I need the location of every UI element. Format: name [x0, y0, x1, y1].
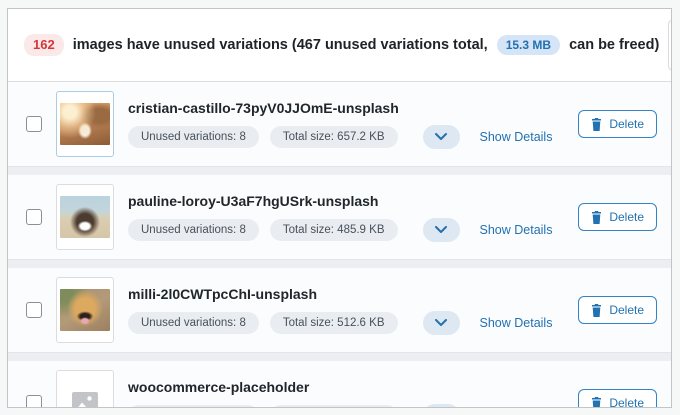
summary-text-before: images have unused variations (467 unuse…: [73, 37, 488, 53]
delete-label: Delete: [609, 117, 644, 131]
thumbnail: [56, 184, 114, 250]
delete-button[interactable]: Delete: [578, 389, 657, 408]
image-list: cristian-castillo-73pyV0JJOmE-unsplash U…: [8, 81, 671, 408]
show-details-link[interactable]: Show Details: [480, 223, 553, 237]
row-content: woocommerce-placeholder Unused variation…: [128, 379, 552, 409]
chevron-down-icon: [435, 133, 447, 140]
chevron-down-icon: [435, 319, 447, 326]
row-checkbox[interactable]: [26, 302, 42, 318]
delete-button[interactable]: Delete: [578, 296, 657, 324]
expand-details-button[interactable]: [423, 311, 460, 335]
row-meta: Unused variations: 8 Total size: 512.6 K…: [128, 311, 552, 335]
list-item: woocommerce-placeholder Unused variation…: [8, 361, 671, 408]
smiling-dog-image: [60, 289, 110, 331]
delete-label: Delete: [609, 210, 644, 224]
unused-variations-panel: 162 images have unused variations (467 u…: [7, 8, 672, 408]
thumbnail: [56, 277, 114, 343]
select-all-button[interactable]: Select All: [668, 20, 672, 70]
chevron-down-icon: [435, 226, 447, 233]
total-size-pill: Total size: 512.6 KB: [270, 312, 398, 334]
row-checkbox[interactable]: [26, 395, 42, 408]
delete-button[interactable]: Delete: [578, 203, 657, 231]
expand-details-button[interactable]: [423, 404, 460, 409]
trash-icon: [591, 304, 602, 317]
row-checkbox[interactable]: [26, 116, 42, 132]
show-details-link[interactable]: Show Details: [480, 316, 553, 330]
summary-header: 162 images have unused variations (467 u…: [8, 9, 671, 81]
delete-label: Delete: [609, 396, 644, 408]
row-content: cristian-castillo-73pyV0JJOmE-unsplash U…: [128, 100, 552, 149]
image-filename: milli-2l0CWTpcChI-unsplash: [128, 286, 552, 302]
thumbnail: [56, 370, 114, 408]
total-size-pill: Total size: 166.6 KB: [270, 405, 398, 409]
row-content: pauline-loroy-U3aF7hgUSrk-unsplash Unuse…: [128, 193, 552, 242]
list-item: cristian-castillo-73pyV0JJOmE-unsplash U…: [8, 82, 671, 167]
expand-details-button[interactable]: [423, 125, 460, 149]
total-size-pill: Total size: 485.9 KB: [270, 219, 398, 241]
show-details-link[interactable]: Show Details: [480, 130, 553, 144]
summary-text-after: can be freed): [569, 37, 659, 53]
list-item: pauline-loroy-U3aF7hgUSrk-unsplash Unuse…: [8, 175, 671, 260]
unused-variations-pill: Unused variations: 6: [128, 405, 259, 409]
trash-icon: [591, 118, 602, 131]
row-content: milli-2l0CWTpcChI-unsplash Unused variat…: [128, 286, 552, 335]
delete-button[interactable]: Delete: [578, 110, 657, 138]
trash-icon: [591, 211, 602, 224]
unused-variations-pill: Unused variations: 8: [128, 312, 259, 334]
row-checkbox[interactable]: [26, 209, 42, 225]
delete-label: Delete: [609, 303, 644, 317]
row-meta: Unused variations: 6 Total size: 166.6 K…: [128, 404, 552, 409]
thumbnail: [56, 91, 114, 157]
image-placeholder-icon: [72, 392, 98, 408]
image-count-badge: 162: [24, 34, 64, 56]
row-meta: Unused variations: 8 Total size: 657.2 K…: [128, 125, 552, 149]
image-filename: woocommerce-placeholder: [128, 379, 552, 395]
dog-warm-sunlight-image: [60, 103, 110, 145]
image-filename: pauline-loroy-U3aF7hgUSrk-unsplash: [128, 193, 552, 209]
freeable-size-badge: 15.3 MB: [497, 35, 560, 55]
row-meta: Unused variations: 8 Total size: 485.9 K…: [128, 218, 552, 242]
image-filename: cristian-castillo-73pyV0JJOmE-unsplash: [128, 100, 552, 116]
dog-on-beach-image: [60, 196, 110, 238]
expand-details-button[interactable]: [423, 218, 460, 242]
total-size-pill: Total size: 657.2 KB: [270, 126, 398, 148]
trash-icon: [591, 397, 602, 409]
unused-variations-pill: Unused variations: 8: [128, 219, 259, 241]
list-item: milli-2l0CWTpcChI-unsplash Unused variat…: [8, 268, 671, 353]
unused-variations-pill: Unused variations: 8: [128, 126, 259, 148]
